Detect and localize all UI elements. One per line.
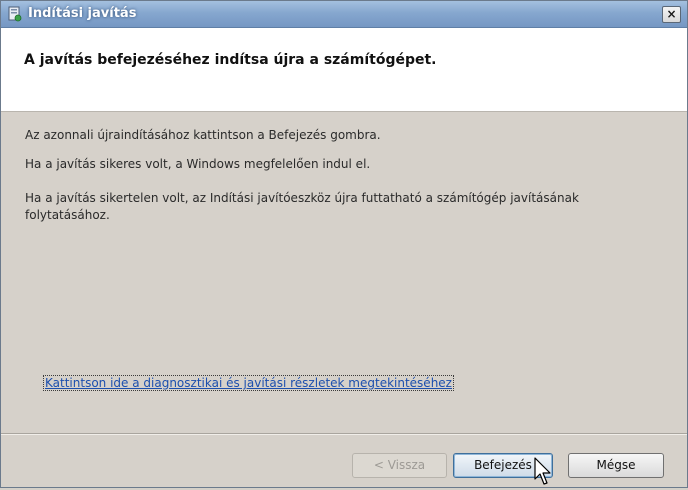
mouse-pointer-icon <box>534 457 554 487</box>
message-restart: Az azonnali újraindításához kattintson a… <box>25 128 381 142</box>
back-button[interactable]: < Vissza <box>352 453 447 478</box>
message-success: Ha a javítás sikeres volt, a Windows meg… <box>25 157 371 171</box>
startup-repair-icon <box>8 6 22 22</box>
header-panel: A javítás befejezéséhez indítsa újra a s… <box>1 28 687 112</box>
title-bar[interactable]: Indítási javítás × <box>1 1 687 28</box>
message-failure: Ha a javítás sikertelen volt, az Indítás… <box>25 191 579 222</box>
footer-divider <box>1 433 687 435</box>
window-title: Indítási javítás <box>28 6 137 21</box>
page-title: A javítás befejezéséhez indítsa újra a s… <box>24 52 437 68</box>
diagnostic-details-link[interactable]: Kattintson ide a diagnosztikai és javítá… <box>43 375 454 391</box>
close-button[interactable]: × <box>662 6 681 23</box>
close-icon: × <box>666 7 677 21</box>
startup-repair-window: Indítási javítás × A javítás befejezéséh… <box>0 0 688 488</box>
cancel-button[interactable]: Mégse <box>568 453 664 478</box>
